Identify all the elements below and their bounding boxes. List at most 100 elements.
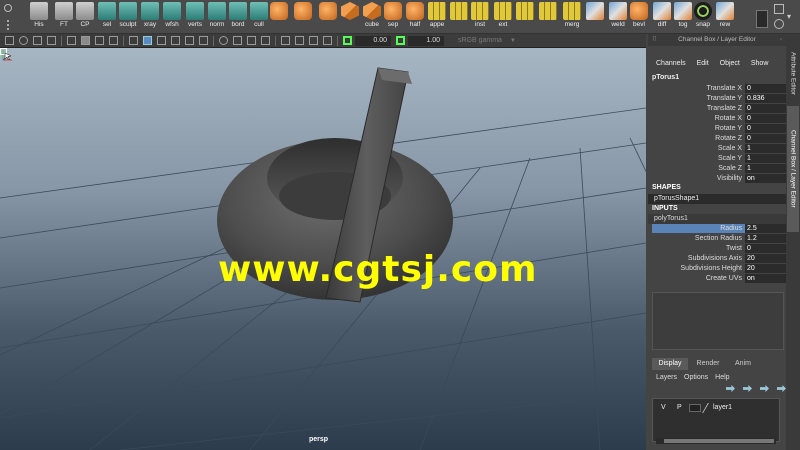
gate-mask-icon[interactable] bbox=[109, 36, 118, 45]
menu-show[interactable]: Show bbox=[751, 60, 769, 72]
shelf-button[interactable]: merg bbox=[561, 2, 583, 32]
channel-label[interactable]: Translate Z bbox=[707, 104, 742, 114]
depth-of-field-icon[interactable] bbox=[261, 36, 270, 45]
scrollbar-thumb[interactable] bbox=[664, 439, 774, 443]
panel-float-icon[interactable]: ▫ bbox=[780, 34, 782, 46]
tab-display[interactable]: Display bbox=[652, 358, 688, 370]
channel-label[interactable]: Scale Z bbox=[718, 164, 742, 174]
exposure-icon[interactable] bbox=[343, 36, 352, 45]
image-plane-icon[interactable] bbox=[47, 36, 56, 45]
shelf-button[interactable]: rew bbox=[714, 2, 736, 32]
anti-aliasing-icon[interactable] bbox=[247, 36, 256, 45]
resolution-gate-icon[interactable] bbox=[95, 36, 104, 45]
channel-value[interactable]: 0 bbox=[745, 134, 786, 143]
shelf-button[interactable]: sep bbox=[382, 2, 404, 32]
wireframe-on-shaded-icon[interactable] bbox=[157, 36, 166, 45]
xray-toggle-icon[interactable] bbox=[295, 36, 304, 45]
shelf-button[interactable]: His bbox=[28, 2, 50, 32]
new-layer-icon[interactable] bbox=[760, 385, 769, 392]
shelf-button[interactable]: weld bbox=[607, 2, 629, 32]
shelf-button[interactable]: FT bbox=[53, 2, 75, 32]
channel-value[interactable]: 1 bbox=[745, 154, 786, 163]
shelf-gear-icon[interactable] bbox=[4, 4, 12, 12]
shelf-scroll-slot[interactable] bbox=[756, 10, 768, 28]
shelf-button[interactable] bbox=[292, 2, 314, 32]
channel-label[interactable]: Create UVs bbox=[706, 274, 742, 284]
layer-playback-toggle[interactable]: P bbox=[677, 403, 682, 413]
channel-row[interactable]: Scale X1 bbox=[648, 144, 786, 154]
layer-name[interactable]: layer1 bbox=[713, 403, 732, 413]
shelf-button[interactable] bbox=[448, 2, 470, 32]
shelf-button[interactable]: verts bbox=[184, 2, 206, 32]
layer-list-scrollbar[interactable] bbox=[656, 438, 776, 444]
shelf-handle[interactable] bbox=[2, 4, 14, 30]
channel-row[interactable]: Scale Y1 bbox=[648, 154, 786, 164]
wireframe-icon[interactable] bbox=[129, 36, 138, 45]
xray-components-icon[interactable] bbox=[323, 36, 332, 45]
channel-label[interactable]: Scale X bbox=[718, 144, 742, 154]
shelf-button[interactable]: norm bbox=[206, 2, 228, 32]
tab-anim[interactable]: Anim bbox=[728, 358, 758, 370]
shelf-button[interactable] bbox=[339, 2, 361, 32]
shelf-button[interactable]: cull bbox=[248, 2, 270, 32]
film-gate-icon[interactable] bbox=[81, 36, 90, 45]
shelf-button[interactable] bbox=[317, 2, 339, 32]
menu-options[interactable]: Options bbox=[684, 374, 708, 381]
input-node[interactable]: polyTorus1 bbox=[648, 214, 786, 224]
channel-row[interactable]: Rotate X0 bbox=[648, 114, 786, 124]
shelf-button[interactable]: cube bbox=[361, 2, 383, 32]
channel-row[interactable]: Scale Z1 bbox=[648, 164, 786, 174]
move-layer-down-icon[interactable] bbox=[743, 385, 752, 392]
exposure-field[interactable]: 0.00 bbox=[355, 35, 391, 46]
channel-value[interactable]: 0 bbox=[745, 244, 786, 253]
channel-value[interactable]: 0 bbox=[745, 104, 786, 113]
channel-row[interactable]: Translate Y 0.836 bbox=[648, 94, 786, 104]
menu-layers[interactable]: Layers bbox=[656, 374, 677, 381]
shelf-button[interactable]: inst bbox=[469, 2, 491, 32]
input-channel-row[interactable]: Subdivisions Axis 20 bbox=[648, 254, 786, 264]
grid-icon[interactable] bbox=[67, 36, 76, 45]
shelf-button[interactable]: sculpt bbox=[117, 2, 139, 32]
shelf-button[interactable]: appe bbox=[426, 2, 448, 32]
input-channel-row[interactable]: Subdivisions Height 20 bbox=[648, 264, 786, 274]
shelf-button[interactable]: CP bbox=[74, 2, 96, 32]
menu-channels[interactable]: Channels bbox=[656, 60, 686, 72]
channel-value[interactable]: on bbox=[745, 174, 786, 183]
input-channel-row[interactable]: Section Radius 1.2 bbox=[648, 234, 786, 244]
channel-label[interactable]: Translate Y bbox=[707, 94, 742, 104]
isolate-select-icon[interactable] bbox=[281, 36, 290, 45]
gamma-field[interactable]: 1.00 bbox=[408, 35, 444, 46]
channel-label[interactable]: Rotate Z bbox=[715, 134, 742, 144]
motion-blur-icon[interactable] bbox=[233, 36, 242, 45]
channel-value[interactable]: 20 bbox=[745, 264, 786, 273]
shelf-button[interactable] bbox=[268, 2, 290, 32]
channel-value[interactable]: 1.2 bbox=[745, 234, 786, 243]
menu-object[interactable]: Object bbox=[720, 60, 740, 72]
shelf-button[interactable]: snap bbox=[692, 2, 714, 32]
shelf-button[interactable]: half bbox=[404, 2, 426, 32]
input-channel-row[interactable]: Twist 0 bbox=[648, 244, 786, 254]
channel-label[interactable]: Section Radius bbox=[695, 234, 742, 244]
shelf-button[interactable]: wfsh bbox=[161, 2, 183, 32]
shelf-button[interactable] bbox=[537, 2, 559, 32]
panel-grip-icon[interactable]: ⠿ bbox=[652, 34, 657, 46]
camera-attributes-icon[interactable] bbox=[19, 36, 28, 45]
channel-value[interactable]: 0.836 bbox=[745, 94, 786, 103]
channel-row[interactable]: Translate Z0 bbox=[648, 104, 786, 114]
shape-node[interactable]: pTorusShape1 bbox=[648, 194, 786, 204]
tab-channel-box-layer-editor[interactable]: Channel Box / Layer Editor bbox=[787, 106, 799, 232]
xray-joints-icon[interactable] bbox=[309, 36, 318, 45]
textured-icon[interactable] bbox=[171, 36, 180, 45]
input-channel-row[interactable]: Create UVs on bbox=[648, 274, 786, 284]
channel-value[interactable]: 2.5 bbox=[745, 224, 786, 233]
gamma-icon[interactable] bbox=[396, 36, 405, 45]
shelf-button[interactable] bbox=[584, 2, 606, 32]
channel-row[interactable]: Translate X0 bbox=[648, 84, 786, 94]
shelf-drag-icon[interactable] bbox=[7, 20, 9, 30]
channel-label[interactable]: Subdivisions Height bbox=[681, 264, 742, 274]
channel-row[interactable]: Rotate Y0 bbox=[648, 124, 786, 134]
menu-help[interactable]: Help bbox=[715, 374, 729, 381]
move-layer-up-icon[interactable] bbox=[726, 385, 735, 392]
menu-edit[interactable]: Edit bbox=[697, 60, 709, 72]
tab-attribute-editor[interactable]: Attribute Editor bbox=[787, 38, 799, 108]
